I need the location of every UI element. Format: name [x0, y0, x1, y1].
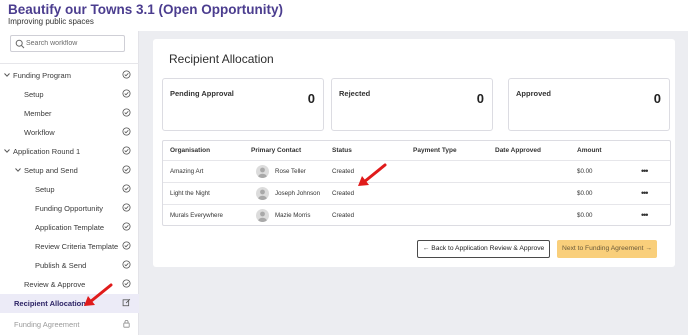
sidebar-item-publish-send[interactable]: Publish & Send [0, 256, 139, 275]
lock-icon [123, 320, 130, 328]
next-to-funding-agreement-button[interactable]: Next to Funding Agreement → [557, 240, 657, 258]
sidebar-item-label: Application Round 1 [13, 147, 81, 156]
sidebar-item-label: Funding Agreement [14, 320, 80, 329]
page-subtitle: Improving public spaces [8, 17, 94, 26]
sidebar-item-review-criteria-template[interactable]: Review Criteria Template [0, 237, 139, 256]
sidebar-item-label: Review Criteria Template [35, 242, 119, 251]
search-box[interactable] [10, 35, 125, 52]
amount-cell: $0.00 [577, 190, 593, 197]
sidebar-item-setup-and-send[interactable]: Setup and Send [0, 161, 139, 180]
contact-cell: Mazie Morris [275, 212, 311, 219]
organisation-cell: Amazing Art [170, 168, 204, 175]
sidebar-item-label: Application Template [35, 223, 105, 232]
column-header: Amount [577, 147, 602, 154]
sidebar-item-funding-agreement[interactable]: Funding Agreement [0, 315, 139, 334]
sidebar-item-label: Recipient Allocation [14, 299, 86, 308]
avatar [256, 209, 269, 222]
status-cell: Created [332, 212, 355, 219]
sidebar-item-label: Publish & Send [35, 261, 87, 270]
sidebar-item-label: Review & Approve [24, 280, 86, 289]
amount-cell: $0.00 [577, 212, 593, 219]
section-title: Recipient Allocation [169, 52, 274, 66]
check-circle-icon [122, 203, 131, 212]
approved-card: Approved 0 [508, 78, 670, 131]
check-circle-icon [122, 260, 131, 269]
check-circle-icon [122, 222, 131, 231]
sidebar-item-member[interactable]: Member [0, 104, 139, 123]
more-options-icon[interactable]: ••• [641, 210, 649, 220]
sidebar-item-workflow[interactable]: Workflow [0, 123, 139, 142]
check-circle-icon [122, 127, 131, 136]
sidebar-item-label: Member [24, 109, 52, 118]
more-options-icon[interactable]: ••• [641, 166, 649, 176]
sidebar-item-label: Funding Opportunity [35, 204, 103, 213]
card-label: Rejected [339, 89, 371, 98]
search-icon [15, 39, 25, 49]
sidebar-item-label: Setup [35, 185, 55, 194]
check-circle-icon [122, 165, 131, 174]
sidebar-item-label: Setup and Send [24, 166, 78, 175]
recipient-allocation-panel: Recipient Allocation Pending Approval 0 … [153, 39, 675, 267]
check-circle-icon [122, 146, 131, 155]
sidebar-item-label: Funding Program [13, 71, 71, 80]
column-header: Primary Contact [251, 147, 302, 154]
annotation-arrow-icon [84, 283, 113, 306]
sidebar-item-funding-program[interactable]: Funding Program [0, 66, 139, 85]
contact-cell: Rose Teller [275, 168, 306, 175]
card-label: Approved [516, 89, 552, 98]
status-cell: Created [332, 168, 355, 175]
sidebar-item-label: Setup [24, 90, 44, 99]
column-header: Date Approved [495, 147, 541, 154]
amount-cell: $0.00 [577, 168, 593, 175]
chevron-down-icon [4, 73, 10, 77]
annotation-arrow-icon [358, 163, 387, 186]
sidebar-item-label: Workflow [24, 128, 55, 137]
column-header: Payment Type [413, 147, 457, 154]
check-circle-icon [122, 108, 131, 117]
more-options-icon[interactable]: ••• [641, 188, 649, 198]
sidebar-item-setup[interactable]: Setup [0, 85, 139, 104]
organisation-cell: Light the Night [170, 190, 210, 197]
column-header: Status [332, 147, 352, 154]
table-row[interactable]: Murals Everywhere Mazie Morris Created $… [163, 204, 670, 226]
recipients-table: Organisation Primary Contact Status Paym… [162, 140, 671, 226]
check-circle-icon [122, 89, 131, 98]
back-to-review-button[interactable]: ← Back to Application Review & Approve [417, 240, 550, 258]
page-title: Beautify our Towns 3.1 (Open Opportunity… [8, 2, 284, 17]
avatar [256, 165, 269, 178]
app-header: Beautify our Towns 3.1 (Open Opportunity… [0, 0, 688, 31]
organisation-cell: Murals Everywhere [170, 212, 223, 219]
card-value: 0 [476, 91, 484, 106]
sidebar-divider [0, 63, 139, 64]
card-value: 0 [653, 91, 661, 106]
sidebar-item-round-setup[interactable]: Setup [0, 180, 139, 199]
chevron-down-icon [15, 168, 21, 172]
workflow-sidebar: Funding Program Setup Member Workflow Ap… [0, 31, 139, 335]
sidebar-item-recipient-allocation[interactable]: Recipient Allocation [0, 294, 139, 313]
table-row[interactable]: Amazing Art Rose Teller Created $0.00 ••… [163, 160, 670, 182]
check-circle-icon [122, 241, 131, 250]
card-label: Pending Approval [170, 89, 234, 98]
pending-approval-card: Pending Approval 0 [162, 78, 324, 131]
rejected-card: Rejected 0 [331, 78, 493, 131]
main-content: Recipient Allocation Pending Approval 0 … [139, 31, 688, 335]
contact-cell: Joseph Johnson [275, 190, 321, 197]
edit-icon [122, 298, 131, 307]
sidebar-item-application-round-1[interactable]: Application Round 1 [0, 142, 139, 161]
check-circle-icon [122, 279, 131, 288]
sidebar-item-funding-opportunity[interactable]: Funding Opportunity [0, 199, 139, 218]
card-value: 0 [307, 91, 315, 106]
chevron-down-icon [4, 149, 10, 153]
check-circle-icon [122, 184, 131, 193]
avatar [256, 187, 269, 200]
search-input[interactable] [26, 37, 122, 50]
column-header: Organisation [170, 147, 211, 154]
check-circle-icon [122, 70, 131, 79]
sidebar-item-review-approve[interactable]: Review & Approve [0, 275, 139, 294]
status-cell: Created [332, 190, 355, 197]
sidebar-item-application-template[interactable]: Application Template [0, 218, 139, 237]
table-row[interactable]: Light the Night Joseph Johnson Created $… [163, 182, 670, 204]
